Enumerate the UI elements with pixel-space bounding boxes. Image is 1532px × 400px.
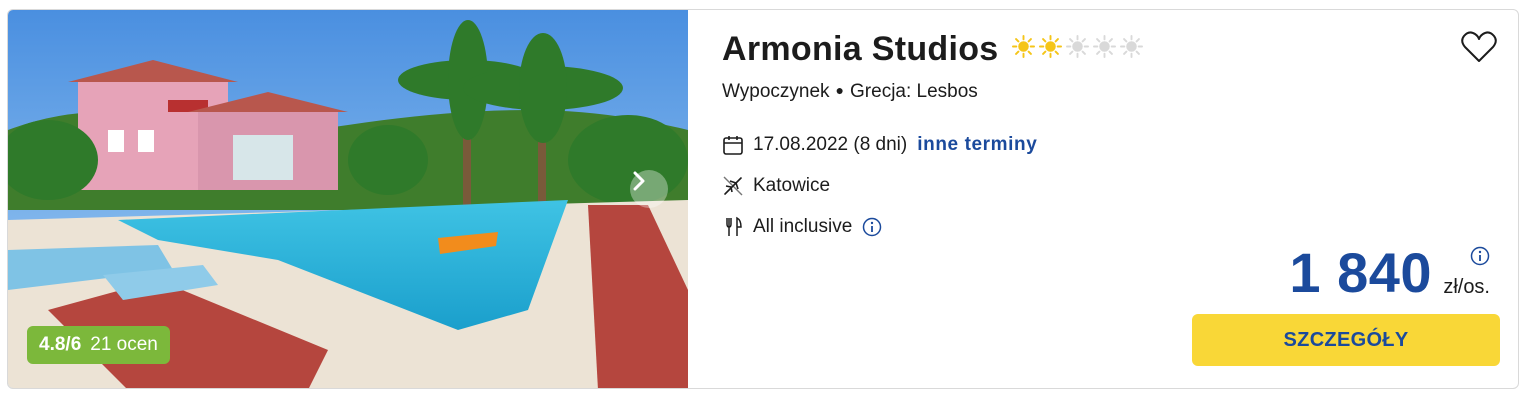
calendar-icon (723, 136, 743, 155)
plane-icon (723, 176, 743, 196)
star-filled-icon (1039, 35, 1062, 58)
star-empty-icon (1093, 35, 1116, 58)
heart-icon (1461, 31, 1497, 62)
price-info-button[interactable] (1470, 246, 1490, 271)
trip-date-row: 17.08.2022 (8 dni) inne terminy (722, 134, 1037, 156)
rating-badge: 4.8/6 21 ocen (27, 326, 170, 364)
trip-location: Grecja: Lesbos (850, 81, 978, 102)
more-dates-link[interactable]: inne terminy (917, 134, 1037, 156)
trip-date: 17.08.2022 (8 dni) (753, 134, 908, 155)
photo-next-button[interactable] (630, 170, 668, 208)
board-row: All inclusive (722, 216, 891, 238)
star-filled-icon (1012, 35, 1035, 58)
details-button[interactable]: SZCZEGÓŁY (1192, 314, 1500, 366)
info-icon (863, 217, 882, 237)
price-amount: 1 840 (1289, 241, 1432, 304)
separator-dot: ● (835, 82, 845, 98)
favorite-button[interactable] (1460, 30, 1498, 69)
hotel-photo[interactable]: 4.8/6 21 ocen (8, 10, 688, 388)
hotel-stars (1012, 35, 1143, 58)
star-empty-icon (1120, 35, 1143, 58)
price-unit: zł/os. (1443, 276, 1490, 298)
hotel-subtitle: Wypoczynek ● Grecja: Lesbos (722, 81, 978, 103)
info-icon (1470, 246, 1490, 266)
hotel-name[interactable]: Armonia Studios (722, 30, 999, 69)
star-empty-icon (1066, 35, 1089, 58)
rating-count: 21 ocen (90, 334, 158, 355)
chevron-right-icon (633, 171, 645, 191)
board-info-button[interactable] (862, 217, 891, 237)
rating-score: 4.8/6 (39, 334, 82, 355)
cutlery-icon (726, 216, 742, 236)
trip-category: Wypoczynek (722, 81, 830, 102)
departure-city: Katowice (753, 175, 831, 196)
board-type: All inclusive (753, 216, 853, 237)
offer-card[interactable]: 4.8/6 21 ocen Armonia Studios Wypoczynek… (7, 9, 1519, 389)
offer-info: Armonia Studios Wypoczynek ● Grecja: Lesbo… (722, 10, 1512, 388)
departure-row: Katowice (722, 175, 830, 197)
